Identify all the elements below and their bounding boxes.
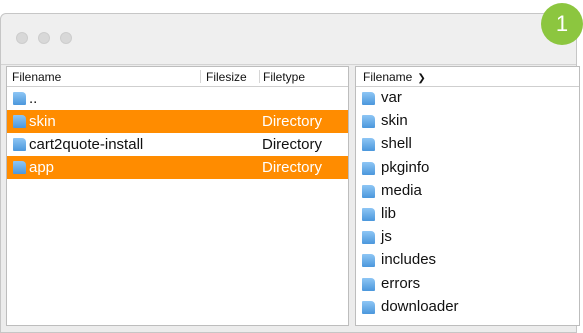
file-name: cart2quote-install — [29, 136, 144, 153]
file-row-skin[interactable]: skin Directory — [7, 110, 348, 133]
item-name: skin — [381, 112, 408, 130]
folder-icon — [362, 207, 375, 221]
column-separator[interactable] — [200, 70, 201, 83]
item-name: lib — [381, 204, 397, 222]
list-item[interactable]: var — [356, 87, 579, 110]
local-files-list: .. skin Directory cart2quote-install Dir… — [7, 87, 348, 179]
folder-icon — [362, 138, 375, 152]
column-header-label: Filename — [363, 70, 413, 84]
folder-icon — [362, 92, 375, 105]
folder-icon — [362, 254, 375, 268]
folder-icon — [13, 115, 26, 128]
item-name: media — [381, 181, 422, 199]
title-bar — [1, 14, 576, 65]
column-header-filesize[interactable]: Filesize — [206, 70, 247, 84]
column-header-filetype[interactable]: Filetype — [263, 70, 305, 84]
folder-icon — [362, 184, 375, 198]
file-type: Directory — [262, 159, 323, 176]
column-separator[interactable] — [259, 70, 260, 83]
remote-files-pane: Filename ❯ var skin shell pkginfo media l… — [355, 66, 580, 326]
file-name: .. — [29, 90, 38, 107]
item-name: includes — [381, 251, 437, 269]
folder-icon — [13, 92, 26, 105]
item-name: downloader — [381, 297, 459, 315]
folder-icon — [362, 277, 375, 291]
column-header-filename[interactable]: Filename — [12, 70, 61, 84]
folder-icon — [13, 161, 26, 174]
file-row-cart2quote-install[interactable]: cart2quote-install Directory — [7, 133, 348, 156]
list-item[interactable]: includes — [356, 249, 579, 272]
list-item[interactable]: skin — [356, 110, 579, 133]
folder-icon — [362, 231, 375, 245]
list-item[interactable]: pkginfo — [356, 157, 579, 180]
list-item[interactable]: shell — [356, 133, 579, 156]
file-type: Directory — [262, 136, 323, 153]
list-item[interactable]: errors — [356, 273, 579, 296]
file-row-app[interactable]: app Directory — [7, 156, 348, 179]
list-item[interactable]: js — [356, 226, 579, 249]
file-name: skin — [29, 113, 56, 130]
column-header-filename[interactable]: Filename ❯ — [363, 70, 426, 84]
folder-icon — [362, 161, 375, 175]
local-files-pane: Filename Filesize Filetype .. skin Direc… — [6, 66, 349, 326]
remote-files-list: var skin shell pkginfo media lib js incl… — [356, 87, 579, 319]
minimize-window-button[interactable] — [38, 32, 50, 44]
step-badge: 1 — [541, 3, 583, 45]
item-name: js — [381, 228, 392, 246]
chevron-down-icon: ❯ — [417, 73, 426, 84]
list-item[interactable]: media — [356, 180, 579, 203]
close-window-button[interactable] — [16, 32, 28, 44]
zoom-window-button[interactable] — [60, 32, 72, 44]
item-name: errors — [381, 274, 421, 292]
item-name: pkginfo — [381, 158, 430, 176]
local-files-header: Filename Filesize Filetype — [7, 67, 348, 87]
list-item[interactable]: downloader — [356, 296, 579, 319]
item-name: shell — [381, 135, 412, 153]
file-type: Directory — [262, 113, 323, 130]
list-item[interactable]: lib — [356, 203, 579, 226]
folder-icon — [13, 138, 26, 151]
folder-icon — [362, 115, 375, 129]
item-name: var — [381, 89, 402, 106]
file-name: app — [29, 159, 55, 176]
remote-files-header: Filename ❯ — [356, 67, 579, 87]
file-row-parent[interactable]: .. — [7, 87, 348, 110]
folder-icon — [362, 300, 375, 314]
